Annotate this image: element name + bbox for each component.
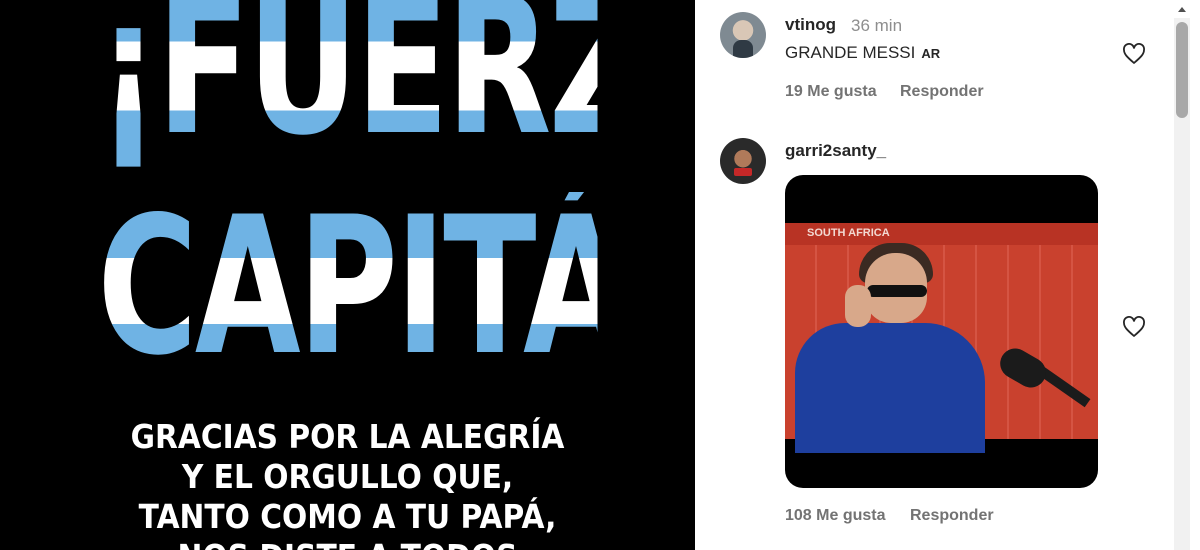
- likes-count[interactable]: 19 Me gusta: [785, 83, 877, 101]
- headline-line-1: ¡FUERZA: [97, 0, 695, 182]
- avatar[interactable]: [720, 138, 766, 184]
- subtext-line: GRACIAS POR LA ALEGRÍA: [130, 417, 565, 456]
- comment-text: GRANDE MESSI AR: [785, 43, 940, 63]
- comment-gif[interactable]: SOUTH AFRICA: [785, 175, 1098, 488]
- comment-username[interactable]: vtinog: [785, 15, 836, 35]
- comment-text-body: GRANDE MESSI: [785, 43, 916, 62]
- reply-button[interactable]: Responder: [900, 83, 984, 101]
- heart-outline-icon[interactable]: [1122, 43, 1146, 65]
- post-image: ¡FUERZA CAPITÁN! GRACIAS POR LA ALEGRÍA …: [0, 0, 695, 550]
- comment-username[interactable]: garri2santy_: [785, 141, 886, 161]
- subtext-line: Y EL ORGULLO QUE,: [181, 457, 514, 496]
- gif-scene: SOUTH AFRICA: [785, 223, 1098, 453]
- gif-person-hand: [845, 285, 871, 327]
- scrollbar-thumb[interactable]: [1176, 22, 1188, 118]
- heart-outline-icon[interactable]: [1122, 316, 1146, 338]
- flag-ar-icon: AR: [921, 46, 941, 61]
- reply-button[interactable]: Responder: [910, 507, 994, 525]
- avatar[interactable]: [720, 12, 766, 58]
- comment-time[interactable]: 36 min: [851, 16, 902, 36]
- gif-banner: SOUTH AFRICA: [785, 223, 1098, 245]
- gif-sunglasses: [867, 285, 927, 297]
- subtext-line: TANTO COMO A TU PAPÁ,: [138, 497, 557, 536]
- likes-count[interactable]: 108 Me gusta: [785, 507, 885, 525]
- post-subtext: GRACIAS POR LA ALEGRÍA Y EL ORGULLO QUE,…: [35, 417, 661, 550]
- gif-person-body: [795, 323, 985, 453]
- subtext-line: NOS DISTE A TODOS: [35, 537, 661, 550]
- gif-microphone: [994, 343, 1052, 393]
- headline-line-2: CAPITÁN!: [97, 176, 695, 397]
- caret-up-icon[interactable]: [1174, 2, 1190, 16]
- gif-banner-text: SOUTH AFRICA: [807, 227, 890, 239]
- comments-panel: vtinog 36 min GRANDE MESSI AR 19 Me gusta…: [695, 0, 1200, 550]
